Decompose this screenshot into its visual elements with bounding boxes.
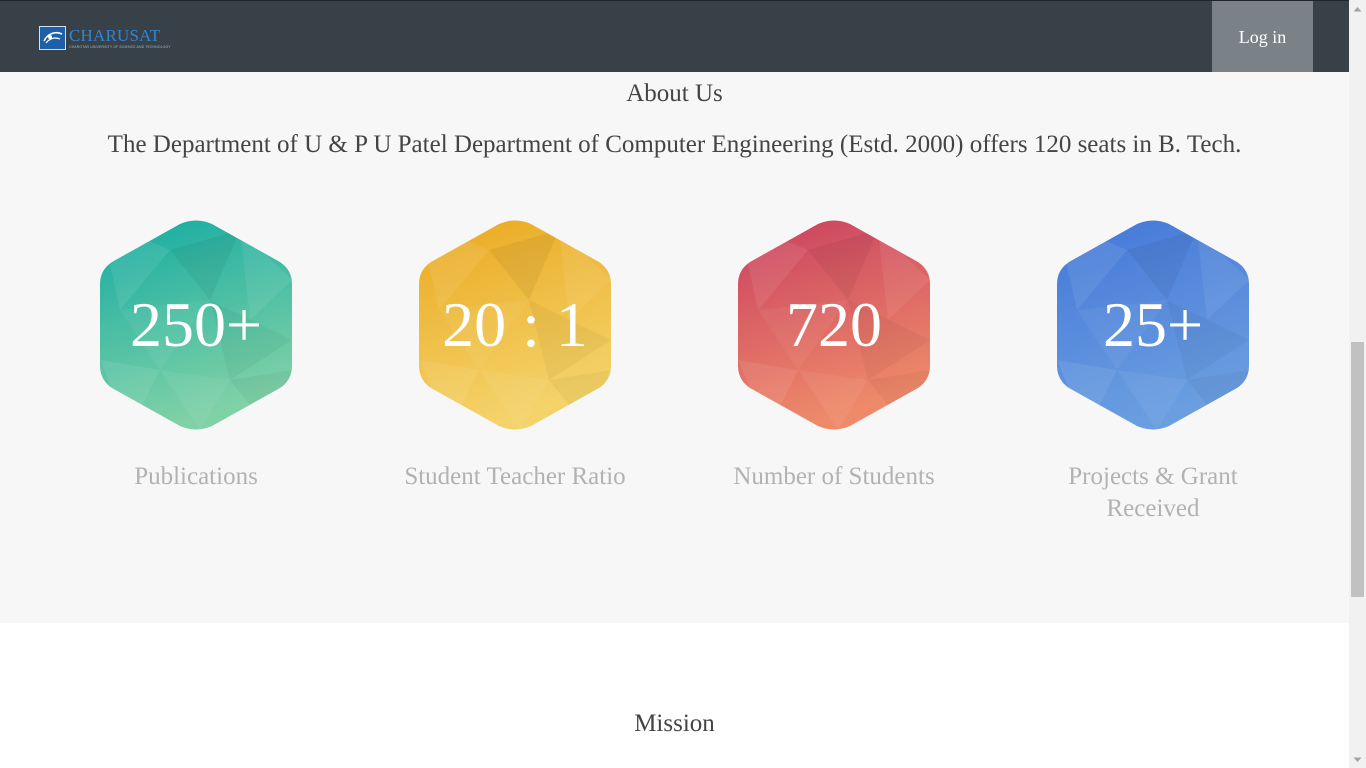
stat-card: 20 : 1 Student Teacher Ratio — [375, 220, 655, 493]
stat-hexagon: 25+ — [1057, 220, 1249, 430]
stat-hexagon: 250+ — [100, 220, 292, 430]
about-title: About Us — [626, 80, 723, 107]
page-scrollbar[interactable] — [1349, 0, 1366, 768]
stat-value: 250+ — [129, 289, 263, 360]
stat-label: Number of Students — [733, 463, 935, 490]
stat-card: 720 Number of Students — [694, 220, 974, 493]
chevron-down-icon[interactable] — [1349, 751, 1366, 768]
site-logo[interactable]: CHARUSAT CHAROTAR UNIVERSITY OF SCIENCE … — [39, 25, 171, 51]
page: CHARUSAT CHAROTAR UNIVERSITY OF SCIENCE … — [0, 0, 1366, 768]
about-description: The Department of U & P U Patel Departme… — [107, 131, 1242, 158]
stat-label: Student Teacher Ratio — [404, 463, 626, 490]
logo-subtext: CHAROTAR UNIVERSITY OF SCIENCE AND TECHN… — [69, 44, 171, 49]
scrollbar-thumb[interactable] — [1351, 342, 1364, 597]
stat-value: 720 — [786, 289, 882, 360]
stat-value: 20 : 1 — [442, 289, 588, 360]
stat-card: 25+ Projects & Grant Received — [1013, 220, 1293, 525]
stat-value: 25+ — [1102, 289, 1204, 360]
chevron-up-icon[interactable] — [1349, 0, 1366, 17]
university-emblem-icon — [39, 26, 66, 50]
mission-title: Mission — [634, 710, 715, 737]
navbar: CHARUSAT CHAROTAR UNIVERSITY OF SCIENCE … — [0, 0, 1349, 73]
stat-label: Projects & Grant Received — [1068, 463, 1238, 522]
about-section: About Us The Department of U & P U Patel… — [0, 72, 1349, 623]
stat-label: Publications — [134, 463, 258, 490]
logo-text: CHARUSAT CHAROTAR UNIVERSITY OF SCIENCE … — [69, 27, 171, 50]
stat-card: 250+ Publications — [56, 220, 336, 493]
stat-hexagon: 20 : 1 — [419, 220, 611, 430]
stat-hexagon: 720 — [738, 220, 930, 430]
logo-wordmark: CHARUSAT — [69, 25, 161, 45]
login-button[interactable]: Log in — [1212, 1, 1313, 73]
